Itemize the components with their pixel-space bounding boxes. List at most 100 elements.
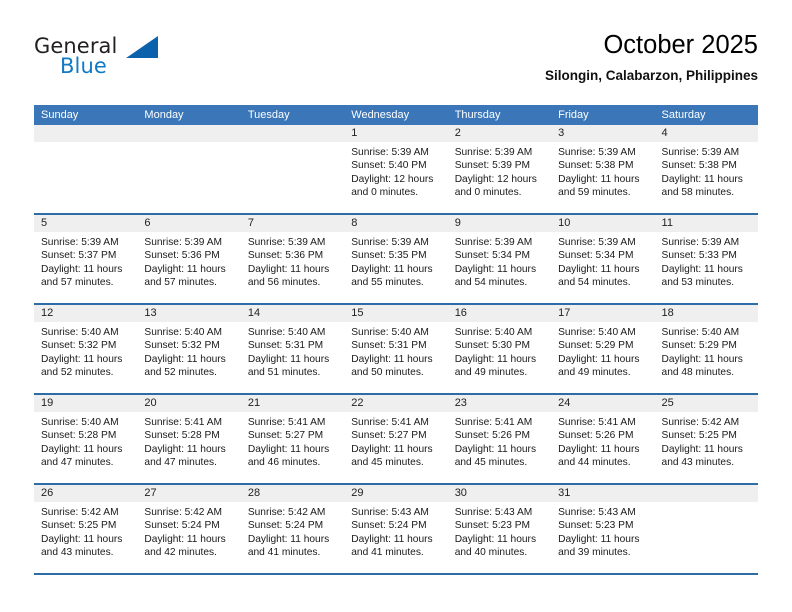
sunrise-time: Sunrise: 5:42 AM bbox=[247, 507, 326, 518]
daylight-duration: Daylight: 11 hours and 50 minutes. bbox=[351, 353, 433, 379]
daylight-duration: Daylight: 11 hours and 54 minutes. bbox=[558, 263, 640, 289]
sunset-time: Sunset: 5:32 PM bbox=[41, 340, 117, 352]
day-sun-info: Sunrise: 5:41 AM Sunset: 5:26 PM Daylight:… bbox=[551, 412, 654, 470]
daylight-duration: Daylight: 11 hours and 56 minutes. bbox=[247, 263, 330, 289]
calendar-day-cell[interactable]: 17 Sunrise: 5:40 AM Sunset: 5:29 PM Dayligh… bbox=[551, 305, 655, 393]
title-block: October 2025 Silongin, Calabarzon, Phili… bbox=[545, 30, 758, 86]
sunrise-time: Sunrise: 5:39 AM bbox=[144, 237, 223, 248]
calendar-day-cell[interactable]: 23 Sunrise: 5:41 AM Sunset: 5:26 PM Dayligh… bbox=[447, 395, 552, 483]
daylight-duration: Daylight: 11 hours and 49 minutes. bbox=[454, 353, 537, 379]
calendar-day-cell[interactable]: 29 Sunrise: 5:43 AM Sunset: 5:24 PM Dayligh… bbox=[344, 485, 448, 573]
calendar-day-cell[interactable]: 19 Sunrise: 5:40 AM Sunset: 5:28 PM Dayligh… bbox=[34, 395, 138, 483]
sunset-time: Sunset: 5:25 PM bbox=[661, 430, 737, 442]
sunset-time: Sunset: 5:35 PM bbox=[351, 250, 427, 262]
day-sun-info: Sunrise: 5:40 AM Sunset: 5:29 PM Daylight:… bbox=[551, 322, 654, 380]
calendar-day-cell[interactable]: 25 Sunrise: 5:42 AM Sunset: 5:25 PM Dayligh… bbox=[654, 395, 758, 483]
day-number: 27 bbox=[137, 485, 241, 502]
calendar-day-cell[interactable]: 24 Sunrise: 5:41 AM Sunset: 5:26 PM Dayligh… bbox=[551, 395, 655, 483]
sunset-time: Sunset: 5:31 PM bbox=[351, 340, 427, 352]
daylight-duration: Daylight: 11 hours and 41 minutes. bbox=[351, 533, 433, 559]
calendar-day-cell[interactable]: 27 Sunrise: 5:42 AM Sunset: 5:24 PM Dayligh… bbox=[137, 485, 241, 573]
calendar-day-cell[interactable]: 3 Sunrise: 5:39 AM Sunset: 5:38 PM Daylight… bbox=[551, 125, 655, 213]
sunset-time: Sunset: 5:40 PM bbox=[351, 160, 427, 172]
calendar-day-cell[interactable]: 20 Sunrise: 5:41 AM Sunset: 5:28 PM Dayligh… bbox=[137, 395, 241, 483]
calendar-day-cell[interactable]: 9 Sunrise: 5:39 AM Sunset: 5:34 PM Daylight… bbox=[447, 215, 552, 303]
calendar-day-cell[interactable]: 5 Sunrise: 5:39 AM Sunset: 5:37 PM Daylight… bbox=[34, 215, 138, 303]
day-number: 13 bbox=[137, 305, 241, 322]
day-number: 31 bbox=[551, 485, 655, 502]
daylight-duration: Daylight: 11 hours and 51 minutes. bbox=[247, 353, 330, 379]
calendar-day-cell[interactable]: 14 Sunrise: 5:40 AM Sunset: 5:31 PM Dayligh… bbox=[240, 305, 345, 393]
day-number: 9 bbox=[447, 215, 552, 232]
day-sun-info: Sunrise: 5:39 AM Sunset: 5:34 PM Daylight:… bbox=[448, 232, 551, 290]
sunrise-time: Sunrise: 5:39 AM bbox=[558, 147, 636, 158]
calendar-day-cell[interactable]: 16 Sunrise: 5:40 AM Sunset: 5:30 PM Dayligh… bbox=[447, 305, 552, 393]
day-sun-info: Sunrise: 5:41 AM Sunset: 5:27 PM Daylight:… bbox=[241, 412, 344, 470]
day-number bbox=[240, 125, 345, 142]
day-sun-info: Sunrise: 5:42 AM Sunset: 5:24 PM Daylight:… bbox=[241, 502, 344, 560]
calendar-day-cell[interactable]: 28 Sunrise: 5:42 AM Sunset: 5:24 PM Dayligh… bbox=[240, 485, 345, 573]
day-number bbox=[654, 485, 758, 502]
calendar-day-cell[interactable]: 6 Sunrise: 5:39 AM Sunset: 5:36 PM Daylight… bbox=[137, 215, 241, 303]
sunrise-time: Sunrise: 5:43 AM bbox=[558, 507, 636, 518]
day-number: 18 bbox=[654, 305, 758, 322]
weekday-header-wednesday: Wednesday bbox=[351, 109, 410, 121]
day-number: 6 bbox=[137, 215, 241, 232]
day-number: 20 bbox=[137, 395, 241, 412]
daylight-duration: Daylight: 11 hours and 52 minutes. bbox=[41, 353, 123, 379]
day-sun-info: Sunrise: 5:39 AM Sunset: 5:36 PM Daylight:… bbox=[137, 232, 240, 290]
calendar-day-cell[interactable]: 13 Sunrise: 5:40 AM Sunset: 5:32 PM Dayligh… bbox=[137, 305, 241, 393]
sunset-time: Sunset: 5:38 PM bbox=[661, 160, 737, 172]
day-sun-info bbox=[34, 142, 137, 146]
sunrise-time: Sunrise: 5:43 AM bbox=[454, 507, 533, 518]
sunrise-time: Sunrise: 5:41 AM bbox=[144, 417, 223, 428]
daylight-duration: Daylight: 11 hours and 47 minutes. bbox=[41, 443, 123, 469]
sunrise-time: Sunrise: 5:39 AM bbox=[661, 147, 740, 158]
day-sun-info: Sunrise: 5:42 AM Sunset: 5:25 PM Daylight:… bbox=[655, 412, 758, 470]
weekday-header-tuesday: Tuesday bbox=[247, 109, 290, 121]
calendar-day-cell[interactable]: 11 Sunrise: 5:39 AM Sunset: 5:33 PM Dayligh… bbox=[654, 215, 758, 303]
logo-text-blue: Blue bbox=[60, 54, 107, 78]
sunrise-time: Sunrise: 5:39 AM bbox=[661, 237, 740, 248]
calendar-day-cell[interactable]: 12 Sunrise: 5:40 AM Sunset: 5:32 PM Dayligh… bbox=[34, 305, 138, 393]
day-sun-info: Sunrise: 5:39 AM Sunset: 5:33 PM Daylight:… bbox=[655, 232, 758, 290]
sunset-time: Sunset: 5:31 PM bbox=[247, 340, 324, 352]
sunset-time: Sunset: 5:23 PM bbox=[558, 520, 634, 532]
daylight-duration: Daylight: 11 hours and 53 minutes. bbox=[661, 263, 743, 289]
grid-bottom-rule bbox=[34, 573, 758, 575]
sunset-time: Sunset: 5:27 PM bbox=[351, 430, 427, 442]
calendar-day-cell[interactable]: 22 Sunrise: 5:41 AM Sunset: 5:27 PM Dayligh… bbox=[344, 395, 448, 483]
sunrise-time: Sunrise: 5:40 AM bbox=[247, 327, 326, 338]
sunset-time: Sunset: 5:23 PM bbox=[454, 520, 531, 532]
general-blue-logo[interactable]: General Blue bbox=[34, 34, 224, 92]
calendar-day-cell[interactable]: 1 Sunrise: 5:39 AM Sunset: 5:40 PM Daylight… bbox=[344, 125, 448, 213]
calendar-week-row: 19 Sunrise: 5:40 AM Sunset: 5:28 PM Dayligh… bbox=[34, 393, 758, 483]
sunrise-time: Sunrise: 5:39 AM bbox=[454, 237, 533, 248]
day-number: 2 bbox=[447, 125, 552, 142]
calendar-day-cell[interactable]: 15 Sunrise: 5:40 AM Sunset: 5:31 PM Dayligh… bbox=[344, 305, 448, 393]
day-number: 21 bbox=[240, 395, 345, 412]
calendar-day-cell[interactable]: 4 Sunrise: 5:39 AM Sunset: 5:38 PM Daylight… bbox=[654, 125, 758, 213]
daylight-duration: Daylight: 11 hours and 49 minutes. bbox=[558, 353, 640, 379]
sunset-time: Sunset: 5:34 PM bbox=[558, 250, 634, 262]
calendar-day-cell[interactable]: 10 Sunrise: 5:39 AM Sunset: 5:34 PM Dayligh… bbox=[551, 215, 655, 303]
calendar-week-row: 5 Sunrise: 5:39 AM Sunset: 5:37 PM Daylight… bbox=[34, 213, 758, 303]
calendar-day-cell[interactable]: 21 Sunrise: 5:41 AM Sunset: 5:27 PM Dayligh… bbox=[240, 395, 345, 483]
sunset-time: Sunset: 5:38 PM bbox=[558, 160, 634, 172]
daylight-duration: Daylight: 11 hours and 58 minutes. bbox=[661, 173, 743, 199]
calendar-day-cell[interactable]: 2 Sunrise: 5:39 AM Sunset: 5:39 PM Daylight… bbox=[447, 125, 552, 213]
day-number: 15 bbox=[344, 305, 448, 322]
calendar-day-cell[interactable]: 31 Sunrise: 5:43 AM Sunset: 5:23 PM Dayligh… bbox=[551, 485, 655, 573]
day-number: 12 bbox=[34, 305, 138, 322]
calendar-day-cell[interactable]: 30 Sunrise: 5:43 AM Sunset: 5:23 PM Dayligh… bbox=[447, 485, 552, 573]
calendar-day-cell[interactable]: 8 Sunrise: 5:39 AM Sunset: 5:35 PM Daylight… bbox=[344, 215, 448, 303]
calendar-day-cell[interactable]: 7 Sunrise: 5:39 AM Sunset: 5:36 PM Daylight… bbox=[240, 215, 345, 303]
sunrise-time: Sunrise: 5:39 AM bbox=[558, 237, 636, 248]
day-number: 3 bbox=[551, 125, 655, 142]
calendar-day-cell[interactable]: 26 Sunrise: 5:42 AM Sunset: 5:25 PM Dayligh… bbox=[34, 485, 138, 573]
calendar-day-cell[interactable]: 18 Sunrise: 5:40 AM Sunset: 5:29 PM Dayligh… bbox=[654, 305, 758, 393]
sunrise-time: Sunrise: 5:39 AM bbox=[247, 237, 326, 248]
page-subtitle: Silongin, Calabarzon, Philippines bbox=[544, 68, 758, 83]
daylight-duration: Daylight: 11 hours and 54 minutes. bbox=[454, 263, 537, 289]
day-sun-info: Sunrise: 5:43 AM Sunset: 5:23 PM Daylight:… bbox=[448, 502, 551, 560]
